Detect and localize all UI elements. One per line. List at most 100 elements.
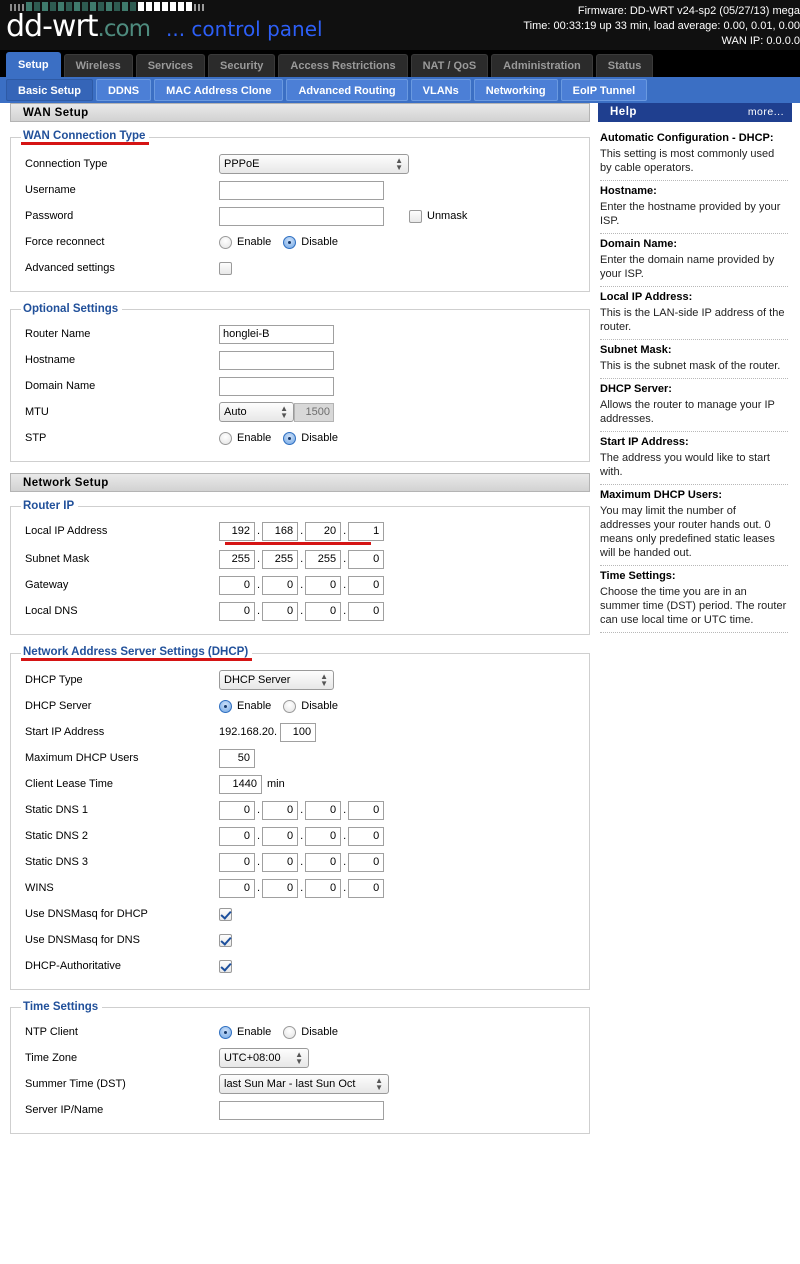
gateway-octet-1[interactable] [219, 575, 255, 595]
dhcp-authoritative-checkbox[interactable] [219, 959, 232, 973]
local-dns-octet-1[interactable] [219, 601, 255, 621]
force-reconnect-enable-radio[interactable]: Enable [219, 235, 271, 249]
wins-octet-2[interactable] [262, 878, 299, 898]
main-tab-administration[interactable]: Administration [491, 54, 593, 77]
static-dns2-octet-3[interactable] [305, 826, 342, 846]
dhcp-type-select[interactable]: DHCP Server [219, 670, 334, 690]
static-dns2-octet-2[interactable] [262, 826, 299, 846]
domain-name-input[interactable] [219, 376, 334, 396]
label-stp: STP [25, 432, 47, 444]
static-dns1-octet-2[interactable] [262, 800, 299, 820]
main-tab-security[interactable]: Security [207, 54, 276, 77]
sub-tab-vlans[interactable]: VLANs [410, 79, 471, 101]
force-reconnect-disable-radio[interactable]: Disable [283, 235, 338, 249]
label-connection-type: Connection Type [25, 158, 108, 170]
wins-octet-3[interactable] [305, 878, 342, 898]
max-dhcp-users-input[interactable] [219, 748, 255, 768]
sub-tab-networking[interactable]: Networking [473, 79, 558, 101]
sub-tab-ddns[interactable]: DDNS [95, 79, 152, 101]
dnsmasq-dhcp-checkbox[interactable] [219, 907, 232, 921]
dhcp-server-disable-radio[interactable]: Disable [283, 699, 338, 713]
sub-tab-eoip-tunnel[interactable]: EoIP Tunnel [560, 79, 648, 101]
row-force-reconnect: Force reconnect Enable Disable [19, 229, 581, 255]
label-router-name: Router Name [25, 328, 91, 340]
local-ip-octet-4[interactable] [348, 521, 385, 541]
mtu-mode-select[interactable]: Auto [219, 402, 294, 422]
dhcp-server-enable-radio[interactable]: Enable [219, 699, 271, 713]
router-name-input[interactable] [219, 324, 334, 344]
sub-tab-basic-setup[interactable]: Basic Setup [6, 79, 93, 101]
local-dns-octet-4[interactable] [348, 601, 385, 621]
help-more-link[interactable]: more... [748, 103, 784, 122]
local-dns-octet-2[interactable] [262, 601, 299, 621]
gateway-octet-3[interactable] [305, 575, 342, 595]
client-lease-time-input[interactable] [219, 774, 262, 794]
label-disable: Disable [301, 700, 338, 712]
main-tab-status[interactable]: Status [595, 54, 654, 77]
stp-enable-radio[interactable]: Enable [219, 431, 271, 445]
main-tab-services[interactable]: Services [135, 54, 205, 77]
static-dns2-octet-4[interactable] [348, 826, 385, 846]
username-input[interactable] [219, 180, 384, 200]
ntp-client-disable-radio[interactable]: Disable [283, 1025, 338, 1039]
help-item-title: DHCP Server: [600, 383, 672, 395]
connection-type-select[interactable]: PPPoE [219, 154, 409, 174]
static-dns2-octet-1[interactable] [219, 826, 255, 846]
static-dns3-octet-3[interactable] [305, 852, 342, 872]
static-dns3-octet-4[interactable] [348, 852, 385, 872]
gateway-octet-4[interactable] [348, 575, 385, 595]
sub-tab-advanced-routing[interactable]: Advanced Routing [286, 79, 408, 101]
row-server-ip-name: Server IP/Name [19, 1097, 581, 1123]
sub-tab-mac-address-clone[interactable]: MAC Address Clone [154, 79, 284, 101]
octet-dot: . [257, 882, 261, 894]
static-dns1-octet-4[interactable] [348, 800, 385, 820]
unmask-checkbox[interactable]: Unmask [409, 209, 467, 223]
subnet-octet-2[interactable] [262, 549, 299, 569]
main-tab-access-restrictions[interactable]: Access Restrictions [278, 54, 408, 77]
hostname-input[interactable] [219, 350, 334, 370]
label-username: Username [25, 184, 76, 196]
local-dns-octet-3[interactable] [305, 601, 342, 621]
start-ip-input[interactable] [280, 722, 317, 742]
local-ip-octet-1[interactable] [219, 521, 255, 541]
label-dnsmasq-dns: Use DNSMasq for DNS [25, 934, 140, 946]
subnet-octet-1[interactable] [219, 549, 255, 569]
stp-disable-radio[interactable]: Disable [283, 431, 338, 445]
static-dns3-octet-1[interactable] [219, 852, 255, 872]
fieldset-dhcp: Network Address Server Settings (DHCP) D… [10, 646, 590, 990]
password-input[interactable] [219, 206, 384, 226]
subnet-octet-4[interactable] [348, 549, 385, 569]
octet-dot: . [257, 553, 261, 565]
time-zone-select[interactable]: UTC+08:00 [219, 1048, 309, 1068]
ntp-client-enable-radio[interactable]: Enable [219, 1025, 271, 1039]
static-dns1-octet-1[interactable] [219, 800, 255, 820]
main-tab-setup[interactable]: Setup [6, 52, 61, 77]
dnsmasq-dns-checkbox[interactable] [219, 933, 232, 947]
wins-octet-4[interactable] [348, 878, 385, 898]
main-tab-nat-qos[interactable]: NAT / QoS [410, 54, 489, 77]
row-stp: STP Enable Disable [19, 425, 581, 451]
legend-optional-settings: Optional Settings [23, 303, 119, 315]
help-panel: Help more... Automatic Configuration - D… [598, 103, 792, 633]
row-summer-time: Summer Time (DST) last Sun Mar - last Su… [19, 1071, 581, 1097]
label-summer-time: Summer Time (DST) [25, 1078, 126, 1090]
server-ip-name-input[interactable] [219, 1100, 384, 1120]
row-advanced-settings: Advanced settings [19, 255, 581, 281]
advanced-settings-checkbox[interactable] [219, 261, 232, 275]
summer-time-select[interactable]: last Sun Mar - last Sun Oct [219, 1074, 389, 1094]
wins-octet-1[interactable] [219, 878, 255, 898]
radio-icon [219, 431, 232, 445]
help-item-text: Choose the time you are in an summer tim… [600, 586, 787, 626]
label-disable: Disable [301, 432, 338, 444]
static-dns1-octet-3[interactable] [305, 800, 342, 820]
static-dns3-octet-2[interactable] [262, 852, 299, 872]
local-ip-octet-2[interactable] [262, 521, 299, 541]
local-ip-octet-3[interactable] [305, 521, 342, 541]
radio-icon [283, 699, 297, 713]
logo-bar-segment [114, 2, 120, 11]
subnet-octet-3[interactable] [305, 549, 342, 569]
label-hostname: Hostname [25, 354, 76, 366]
main-tab-wireless[interactable]: Wireless [63, 54, 133, 77]
gateway-octet-2[interactable] [262, 575, 299, 595]
logo-name: dd-wrt [6, 9, 99, 44]
